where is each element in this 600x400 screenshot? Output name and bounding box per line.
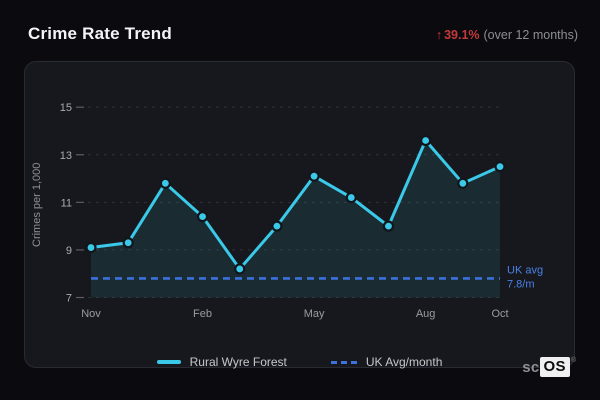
crime-trend-chart: 7 9 11 13 15 Nov Feb May Aug Oct UK avg 7.8/m xyxy=(60,102,543,320)
svg-text:Feb: Feb xyxy=(193,308,212,320)
trend-indicator: ↑ 39.1% (over 12 months) xyxy=(436,28,578,42)
card-header: Crime Rate Trend ↑ 39.1% (over 12 months) xyxy=(28,24,578,44)
svg-text:May: May xyxy=(304,308,325,320)
svg-text:13: 13 xyxy=(60,150,72,162)
svg-text:UK avg: UK avg xyxy=(507,264,543,276)
page-title: Crime Rate Trend xyxy=(28,24,172,43)
logo-prefix: sc xyxy=(522,359,540,376)
svg-text:Aug: Aug xyxy=(416,308,436,320)
svg-text:7.8/m: 7.8/m xyxy=(507,278,535,290)
svg-text:Oct: Oct xyxy=(491,308,508,320)
trend-up-arrow-icon: ↑ xyxy=(435,28,443,42)
scos-logo: sc OS ® xyxy=(522,357,576,377)
svg-text:11: 11 xyxy=(61,197,72,209)
svg-text:15: 15 xyxy=(60,102,72,114)
svg-text:7: 7 xyxy=(66,293,72,305)
logo-suffix: OS xyxy=(539,357,570,377)
solid-line-swatch-icon xyxy=(156,360,181,364)
legend-label: Rural Wyre Forest xyxy=(189,355,287,369)
legend-label: UK Avg/month xyxy=(365,355,443,369)
y-axis-label: Crimes per 1,000 xyxy=(31,162,43,248)
svg-text:9: 9 xyxy=(66,245,72,257)
trend-note: (over 12 months) xyxy=(483,28,578,42)
trend-percent: 39.1% xyxy=(444,28,480,42)
chart-legend: Rural Wyre Forest UK Avg/month xyxy=(24,355,575,369)
dashed-line-swatch-icon xyxy=(330,360,357,364)
svg-text:Nov: Nov xyxy=(81,308,101,320)
legend-item-rural-wyre-forest[interactable]: Rural Wyre Forest xyxy=(156,355,287,369)
legend-item-uk-avg[interactable]: UK Avg/month xyxy=(330,355,443,369)
registered-mark: ® xyxy=(570,357,576,364)
